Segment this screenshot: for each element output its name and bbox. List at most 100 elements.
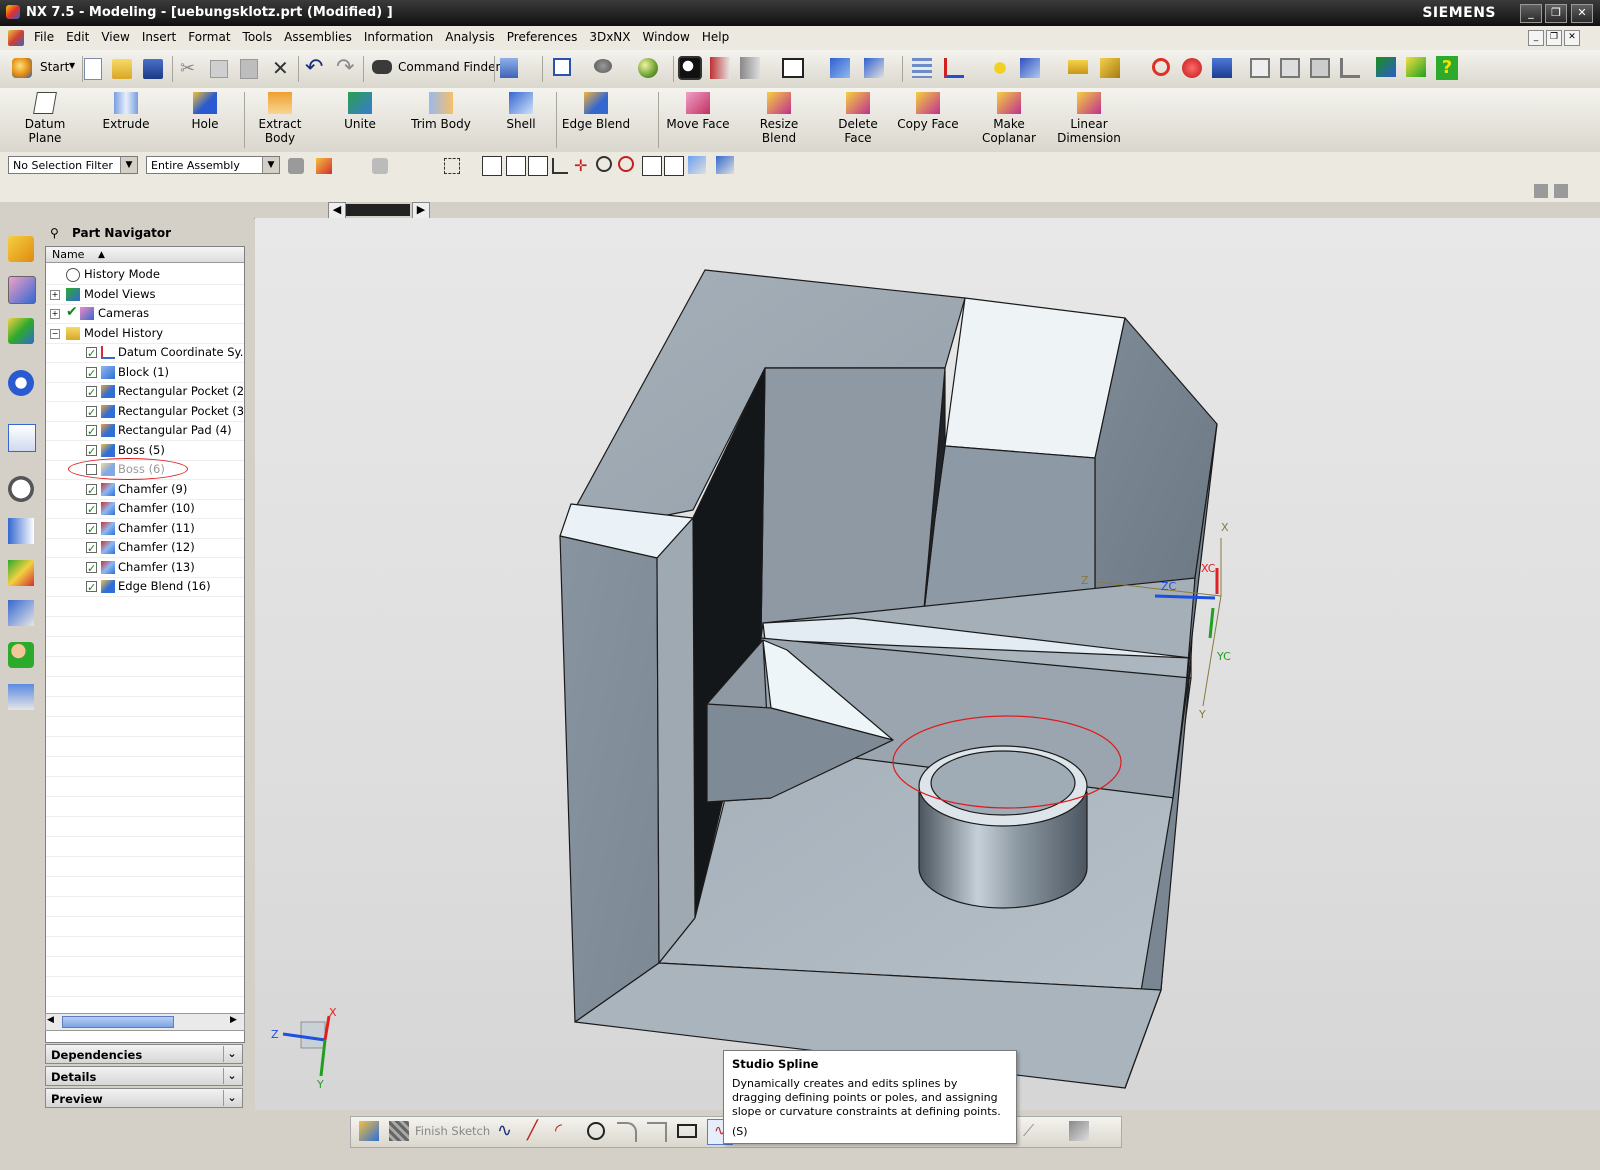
save-icon[interactable] bbox=[143, 59, 163, 79]
feature-checkbox[interactable] bbox=[86, 578, 97, 597]
snap-grid-icon[interactable] bbox=[482, 156, 502, 176]
feature-checkbox[interactable] bbox=[86, 422, 97, 441]
preview-panel[interactable]: Preview ⌄ bbox=[45, 1088, 243, 1108]
chamfer-sketch-icon[interactable] bbox=[647, 1122, 667, 1142]
stop-icon[interactable] bbox=[1182, 58, 1202, 78]
system-materials-tab-icon[interactable] bbox=[8, 518, 34, 544]
start-icon[interactable] bbox=[12, 58, 32, 78]
assembly-icon[interactable] bbox=[1376, 57, 1396, 77]
move-face-button[interactable]: Move Face bbox=[664, 90, 732, 150]
tree-row-feature[interactable]: Chamfer (11) bbox=[46, 519, 244, 539]
resize-blend-button[interactable]: Resize Blend bbox=[752, 90, 806, 150]
expand-icon[interactable]: + bbox=[50, 309, 60, 319]
manufacturing-wizards-tab-icon[interactable] bbox=[8, 600, 34, 626]
close-button[interactable]: ✕ bbox=[1571, 4, 1593, 23]
layer-settings-icon[interactable] bbox=[912, 58, 932, 78]
trim-body-button[interactable]: Trim Body bbox=[410, 90, 472, 150]
display-icon[interactable] bbox=[1212, 58, 1232, 78]
section-icon[interactable] bbox=[1310, 58, 1330, 78]
feature-checkbox[interactable] bbox=[86, 344, 97, 363]
minimize-button[interactable]: _ bbox=[1520, 4, 1542, 23]
circle-icon[interactable] bbox=[587, 1122, 605, 1140]
feature-checkbox[interactable] bbox=[86, 403, 97, 422]
transform-icon[interactable] bbox=[1020, 58, 1040, 78]
menu-format[interactable]: Format bbox=[182, 26, 236, 44]
left-wall-outer-face[interactable] bbox=[559, 535, 660, 1023]
datum-plane-button[interactable]: Datum Plane bbox=[18, 90, 72, 150]
binoculars-icon[interactable] bbox=[372, 60, 392, 74]
copy-icon[interactable] bbox=[210, 60, 228, 78]
sheet-fold-icon[interactable] bbox=[1280, 58, 1300, 78]
sheet-icon[interactable] bbox=[1250, 58, 1270, 78]
tree-row-model-history[interactable]: − Model History bbox=[46, 324, 244, 344]
dependencies-panel[interactable]: Dependencies ⌄ bbox=[45, 1044, 243, 1064]
info-tab-icon[interactable] bbox=[8, 370, 34, 396]
menu-view[interactable]: View bbox=[95, 26, 135, 44]
graphics-window[interactable]: X XC ZC Z YC Y Z X Y bbox=[255, 218, 1600, 1110]
hole-button[interactable]: Hole bbox=[180, 90, 230, 150]
finish-sketch-icon[interactable] bbox=[389, 1121, 409, 1141]
snap-bounded-icon[interactable] bbox=[716, 156, 734, 174]
open-folder-icon[interactable] bbox=[112, 59, 132, 79]
new-file-icon[interactable] bbox=[84, 58, 102, 80]
tree-row-feature[interactable]: Block (1) bbox=[46, 363, 244, 383]
tree-row-cameras[interactable]: + ✔ Cameras bbox=[46, 304, 244, 324]
measure-angle-icon[interactable] bbox=[1100, 58, 1120, 78]
menu-window[interactable]: Window bbox=[637, 26, 696, 44]
menu-analysis[interactable]: Analysis bbox=[439, 26, 500, 44]
restore-button[interactable]: ❐ bbox=[1545, 4, 1567, 23]
auto-constrain-icon[interactable]: ⟋ bbox=[1023, 1121, 1043, 1141]
feature-checkbox[interactable] bbox=[86, 500, 97, 519]
menu-file[interactable]: File bbox=[28, 26, 60, 44]
redo-icon[interactable]: ↷ bbox=[336, 55, 354, 80]
select-feature-icon[interactable] bbox=[316, 158, 332, 174]
feature-checkbox[interactable] bbox=[86, 481, 97, 500]
delete-face-button[interactable]: Delete Face bbox=[832, 90, 884, 150]
tree-row-feature[interactable]: Rectangular Pad (4) bbox=[46, 421, 244, 441]
menu-tools[interactable]: Tools bbox=[237, 26, 279, 44]
boss-cylinder-top[interactable] bbox=[930, 750, 1076, 816]
web-browser-tab-icon[interactable] bbox=[8, 424, 36, 452]
menu-insert[interactable]: Insert bbox=[136, 26, 182, 44]
update-icon[interactable] bbox=[1152, 58, 1170, 76]
feature-checkbox[interactable] bbox=[86, 520, 97, 539]
feature-checkbox[interactable] bbox=[86, 559, 97, 578]
rotate-view-icon[interactable] bbox=[594, 59, 612, 73]
tree-row-feature[interactable]: Rectangular Pocket (2) bbox=[46, 382, 244, 402]
tree-row-model-views[interactable]: + Model Views bbox=[46, 285, 244, 305]
delete-icon[interactable]: ✕ bbox=[272, 56, 289, 80]
snap-on-face-icon[interactable] bbox=[688, 156, 706, 174]
undo-icon[interactable]: ↶ bbox=[305, 55, 323, 80]
linear-dimension-button[interactable]: Linear Dimension bbox=[1054, 90, 1124, 150]
tree-row-feature-suppressed[interactable]: Boss (6) bbox=[46, 458, 244, 480]
extract-body-button[interactable]: Extract Body bbox=[250, 90, 310, 150]
extrude-button[interactable]: Extrude bbox=[96, 90, 156, 150]
finish-sketch-button[interactable]: Finish Sketch bbox=[415, 1124, 490, 1138]
menu-help[interactable]: Help bbox=[696, 26, 735, 44]
scroll-thumb[interactable] bbox=[346, 204, 410, 216]
horizontal-scrollbar[interactable]: ◀ ▶ bbox=[45, 1013, 245, 1031]
feature-checkbox[interactable] bbox=[86, 364, 97, 383]
menu-preferences[interactable]: Preferences bbox=[501, 26, 584, 44]
orient-view-icon[interactable] bbox=[830, 58, 850, 78]
box-view-icon[interactable] bbox=[710, 57, 730, 79]
sphere-icon[interactable] bbox=[638, 58, 658, 78]
snap-on-curve-icon[interactable] bbox=[664, 156, 684, 176]
cut-icon[interactable]: ✂ bbox=[180, 58, 195, 79]
sketch-settings-icon[interactable] bbox=[1069, 1121, 1089, 1141]
scroll-thumb[interactable] bbox=[62, 1016, 174, 1028]
part-navigator-tab-icon[interactable] bbox=[8, 276, 36, 304]
layer-icon[interactable] bbox=[864, 58, 884, 78]
background-icon[interactable] bbox=[782, 58, 804, 78]
copy-face-button[interactable]: Copy Face bbox=[896, 90, 960, 150]
pocket-left-inner-face[interactable] bbox=[760, 367, 946, 639]
tree-row-feature[interactable]: Chamfer (12) bbox=[46, 538, 244, 558]
selection-filter-icon[interactable] bbox=[500, 58, 518, 78]
command-finder-button[interactable]: Command Finder bbox=[398, 60, 500, 74]
selection-filter-dropdown[interactable]: No Selection Filter ▼ bbox=[8, 156, 138, 174]
snap-midpoint-icon[interactable] bbox=[528, 156, 548, 176]
shell-button[interactable]: Shell bbox=[498, 90, 544, 150]
select-body-icon[interactable] bbox=[372, 158, 388, 174]
arc-icon[interactable]: ◜ bbox=[555, 1121, 575, 1141]
scroll-right-icon[interactable]: ▶ bbox=[230, 1015, 237, 1025]
